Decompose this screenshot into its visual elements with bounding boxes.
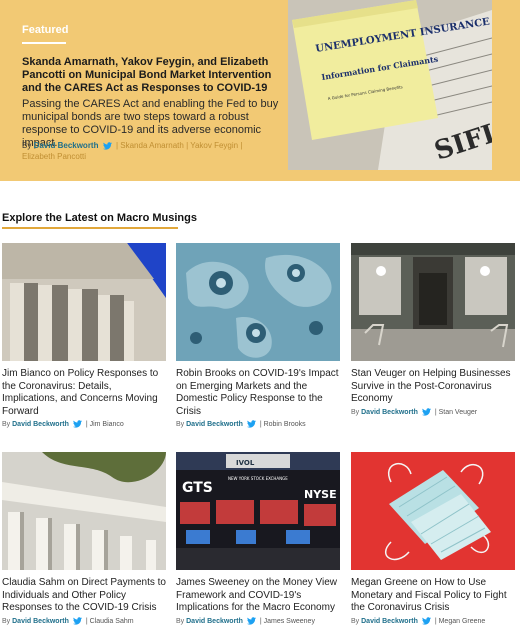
card-image-face-masks[interactable] xyxy=(351,452,515,570)
card-title[interactable]: Stan Veuger on Helping Businesses Surviv… xyxy=(351,368,515,406)
card-title[interactable]: James Sweeney on the Money View Framewor… xyxy=(176,577,340,615)
section-underline xyxy=(2,227,178,229)
card-image-storefront[interactable] xyxy=(351,243,515,361)
twitter-bird-icon[interactable] xyxy=(246,420,256,428)
twitter-bird-icon[interactable] xyxy=(72,420,82,428)
exchange-sign: NEW YORK STOCK EXCHANGE xyxy=(228,476,288,481)
gts-sign: GTS xyxy=(182,480,213,496)
author-link[interactable]: David Beckworth xyxy=(12,421,69,428)
image-sign-text: IVOL xyxy=(236,459,255,467)
card-guest: | James Sweeney xyxy=(259,617,315,625)
article-card[interactable]: Robin Brooks on COVID-19's Impact on Eme… xyxy=(176,243,340,430)
twitter-bird-icon[interactable] xyxy=(421,616,431,625)
twitter-bird-icon[interactable] xyxy=(102,142,112,150)
card-guest: | Stan Veuger xyxy=(434,408,478,416)
card-byline: By David Beckworth | Stan Veuger xyxy=(351,407,515,418)
featured-byline: By David Beckworth | Skanda Amarnath | Y… xyxy=(22,140,272,162)
featured-tag: Featured xyxy=(22,24,69,36)
card-title[interactable]: Claudia Sahm on Direct Payments to Indiv… xyxy=(2,577,166,615)
nyse-sign: NYSE xyxy=(304,488,337,501)
card-guest: | Jim Bianco xyxy=(85,421,124,428)
byline-by: By xyxy=(351,408,360,416)
author-link[interactable]: David Beckworth xyxy=(34,141,99,150)
card-byline: By David Beckworth | Claudia Sahm xyxy=(2,616,166,627)
featured-tag-underline xyxy=(22,42,66,44)
byline-by: By xyxy=(2,421,11,428)
featured-title[interactable]: Skanda Amarnath, Yakov Feygin, and Eliza… xyxy=(22,56,284,95)
author-link[interactable]: David Beckworth xyxy=(361,618,418,625)
card-byline: By David Beckworth | Megan Greene xyxy=(351,616,515,627)
article-card[interactable]: Stan Veuger on Helping Businesses Surviv… xyxy=(351,243,515,418)
card-guest: | Megan Greene xyxy=(434,617,486,625)
section-title: Explore the Latest on Macro Musings xyxy=(2,212,197,224)
card-image-federal-reserve[interactable] xyxy=(2,243,166,361)
featured-image[interactable]: SIFI UNEMPLOYMENT INSURANCE Information … xyxy=(288,0,492,170)
card-title[interactable]: Jim Bianco on Policy Responses to the Co… xyxy=(2,368,166,418)
card-guest: | Claudia Sahm xyxy=(85,617,134,625)
twitter-bird-icon[interactable] xyxy=(72,616,82,625)
card-byline: By David Beckworth | Robin Brooks xyxy=(176,420,340,430)
card-image-virus-map[interactable] xyxy=(176,243,340,361)
card-title[interactable]: Megan Greene on How to Use Monetary and … xyxy=(351,577,515,615)
byline-by: By xyxy=(351,617,360,625)
author-link[interactable]: David Beckworth xyxy=(361,409,418,416)
author-link[interactable]: David Beckworth xyxy=(186,421,243,428)
card-image-treasury-building[interactable] xyxy=(2,452,166,570)
article-card[interactable]: Claudia Sahm on Direct Payments to Indiv… xyxy=(2,452,166,627)
byline-by: By xyxy=(176,421,185,428)
card-title[interactable]: Robin Brooks on COVID-19's Impact on Eme… xyxy=(176,368,340,418)
article-card[interactable]: Megan Greene on How to Use Monetary and … xyxy=(351,452,515,627)
article-card[interactable]: IVOL GTS NYSE NEW YORK STOCK EXCHANGE Ja… xyxy=(176,452,340,627)
card-byline: By David Beckworth | James Sweeney xyxy=(176,616,340,627)
author-link[interactable]: David Beckworth xyxy=(12,618,69,625)
card-guest: | Robin Brooks xyxy=(259,421,306,428)
article-card[interactable]: Jim Bianco on Policy Responses to the Co… xyxy=(2,243,166,430)
byline-by: By xyxy=(2,617,11,625)
card-byline: By David Beckworth | Jim Bianco xyxy=(2,420,166,430)
byline-by: By xyxy=(176,617,185,625)
byline-by: By xyxy=(22,141,32,150)
author-link[interactable]: David Beckworth xyxy=(186,618,243,625)
card-image-stock-exchange[interactable]: IVOL GTS NYSE NEW YORK STOCK EXCHANGE xyxy=(176,452,340,570)
twitter-bird-icon[interactable] xyxy=(421,407,431,416)
twitter-bird-icon[interactable] xyxy=(246,616,256,625)
